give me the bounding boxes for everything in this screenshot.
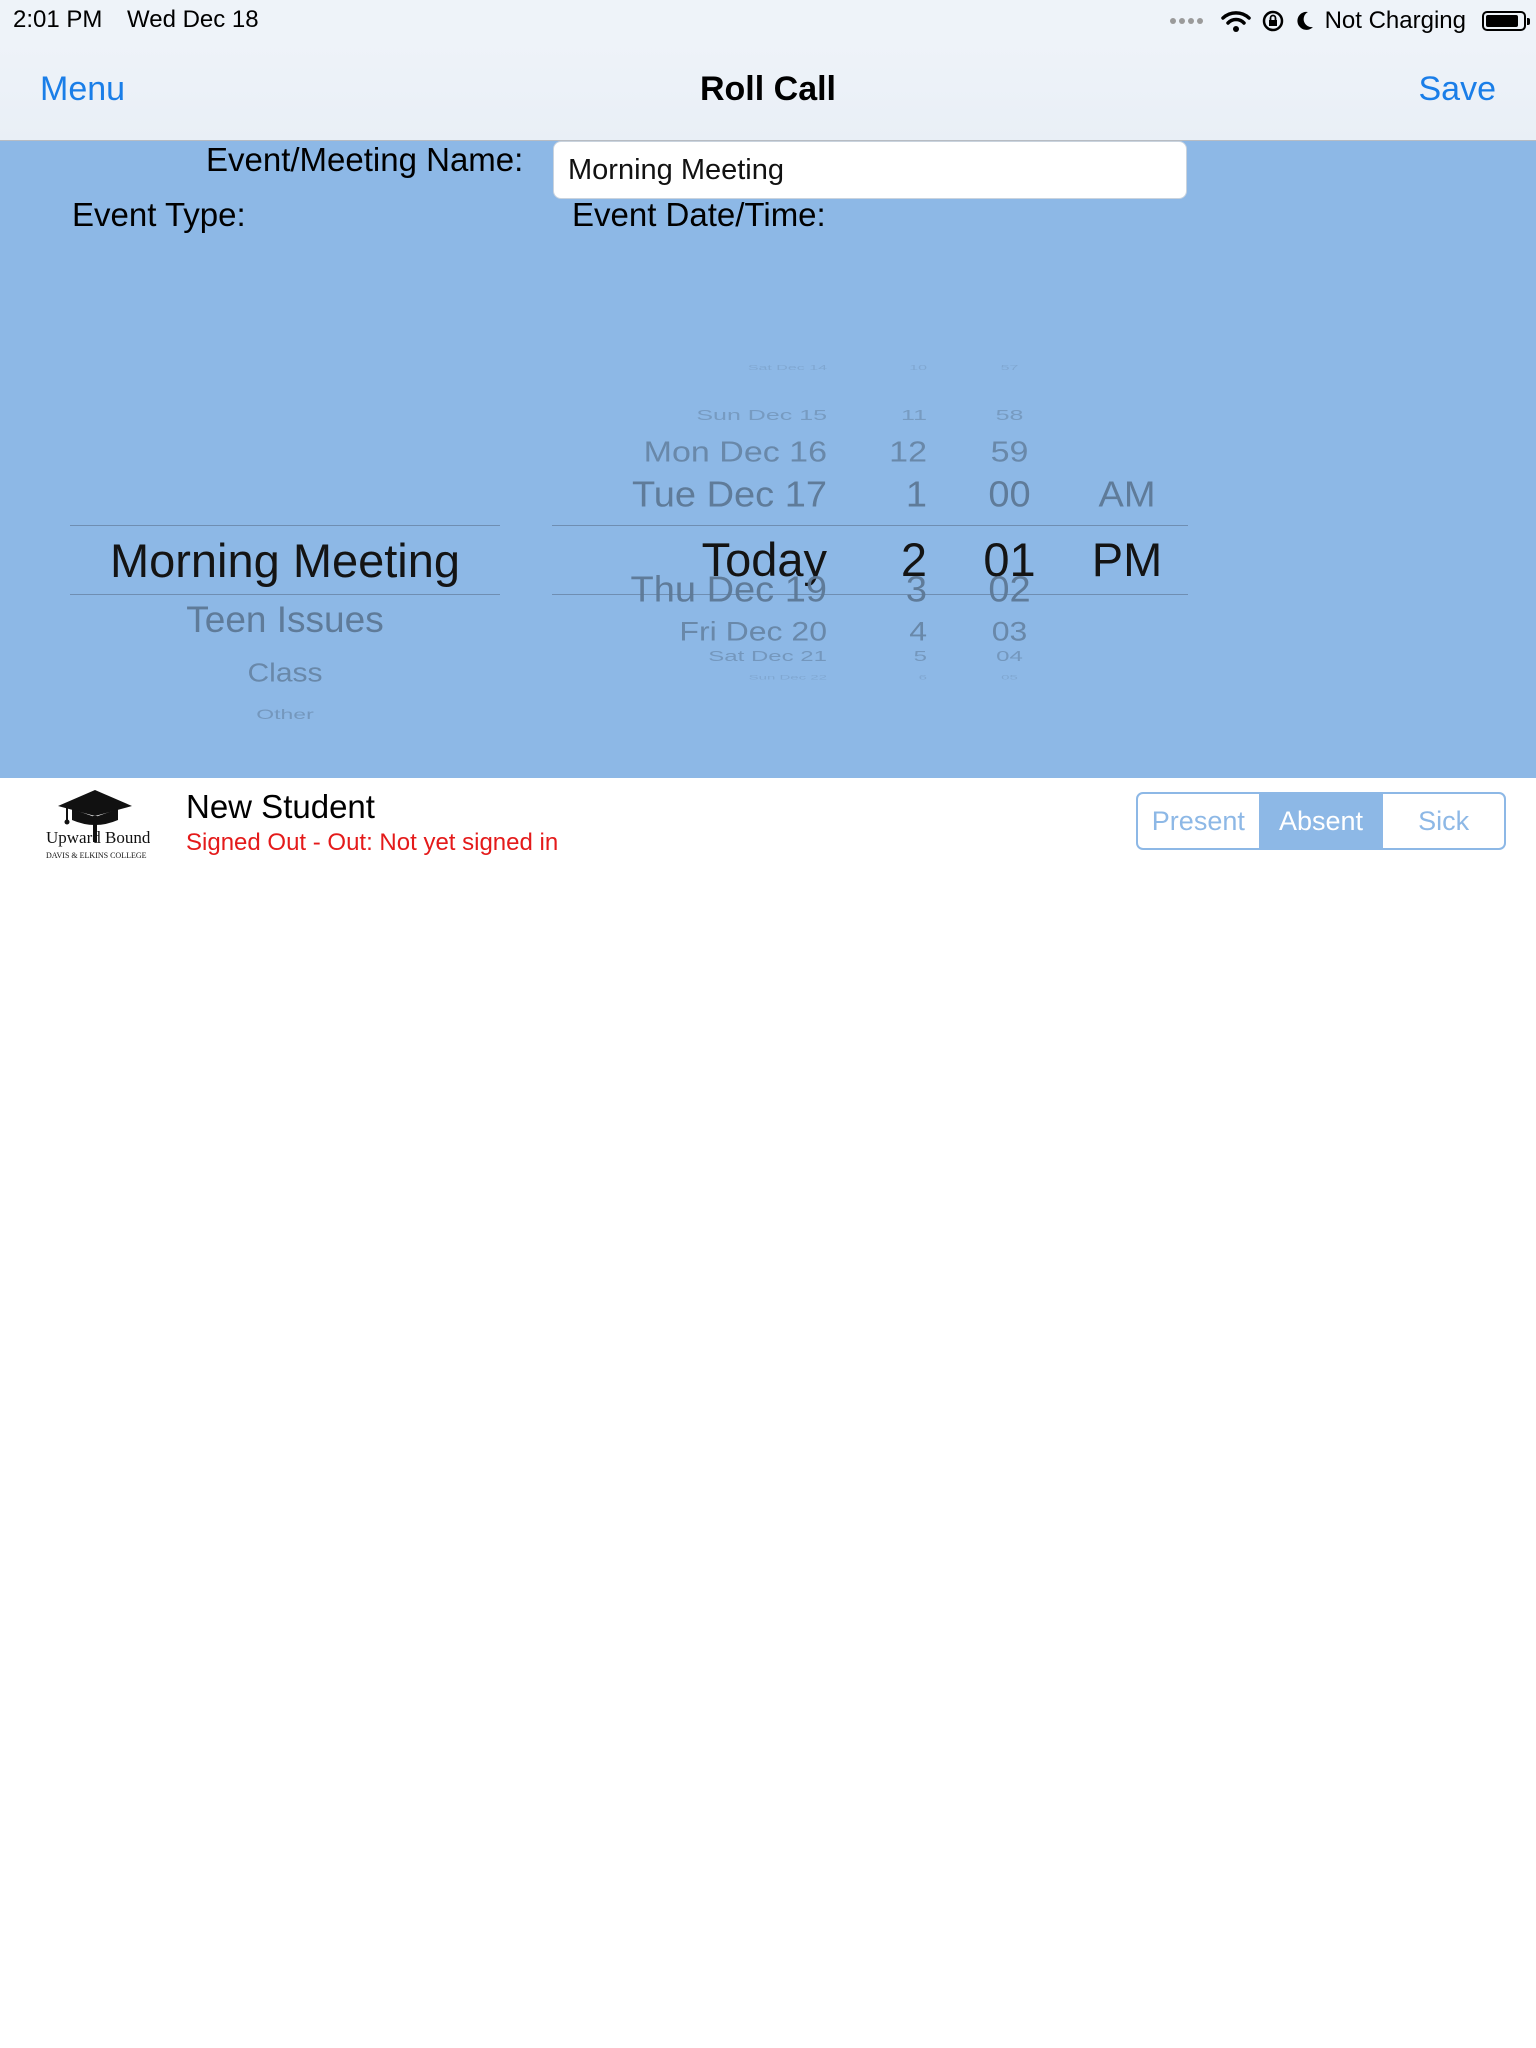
picker-row[interactable]: 4 xyxy=(832,616,927,647)
picker-row-selected[interactable]: PM xyxy=(1072,532,1182,587)
moon-icon xyxy=(1296,11,1313,30)
picker-row[interactable]: Thu Dec 19 xyxy=(552,570,827,611)
picker-row[interactable]: 5 xyxy=(832,649,927,666)
picker-row[interactable]: 58 xyxy=(952,407,1067,424)
picker-row[interactable]: Mon Dec 16 xyxy=(552,436,827,469)
picker-row[interactable]: 1 xyxy=(832,475,927,516)
picker-row[interactable]: Fri Dec 20 xyxy=(552,616,827,647)
picker-row[interactable]: Sun Dec 22 xyxy=(552,674,827,682)
upward-bound-logo: Upward Bound DAVIS & ELKINS COLLEGE xyxy=(46,790,150,860)
picker-row[interactable]: 6 xyxy=(832,674,927,682)
picker-row[interactable]: 10 xyxy=(832,364,927,372)
status-bar: 2:01 PM Wed Dec 18 Not Charging xyxy=(0,0,1536,42)
event-name-input[interactable] xyxy=(553,141,1187,199)
attendance-segmented-control[interactable]: Present Absent Sick xyxy=(1136,792,1506,850)
event-date-label: Event Date/Time: xyxy=(572,196,826,233)
logo-subtext: DAVIS & ELKINS COLLEGE xyxy=(46,851,147,860)
status-date: Wed Dec 18 xyxy=(127,6,259,33)
status-time: 2:01 PM xyxy=(13,6,103,33)
picker-row[interactable]: Sun Dec 15 xyxy=(552,407,827,424)
picker-row-selected[interactable]: Morning Meeting xyxy=(70,533,500,588)
event-type-label: Event Type: xyxy=(72,196,246,233)
signal-dots-icon xyxy=(1169,18,1203,24)
navigation-bar: Menu Roll Call Save xyxy=(0,42,1536,141)
picker-row[interactable]: 04 xyxy=(952,649,1067,666)
picker-row[interactable]: Tue Dec 17 xyxy=(552,475,827,516)
picker-row[interactable]: Class xyxy=(70,660,500,689)
day-column[interactable]: Sat Dec 14 Sun Dec 15 Mon Dec 16 Tue Dec 17… xyxy=(552,261,827,761)
event-form-panel: Event/Meeting Name: Event Type: Event Da… xyxy=(0,141,1536,778)
student-name: New Student xyxy=(186,788,375,825)
picker-row[interactable]: 02 xyxy=(952,570,1067,611)
rotation-lock-icon xyxy=(1262,10,1283,32)
status-right: Not Charging xyxy=(1169,4,1530,38)
picker-row[interactable]: 03 xyxy=(952,616,1067,647)
picker-row[interactable]: 3 xyxy=(832,570,927,611)
sick-segment[interactable]: Sick xyxy=(1381,794,1504,848)
hour-column[interactable]: 10 11 12 1 2 3 4 5 6 xyxy=(832,261,927,761)
present-segment[interactable]: Present xyxy=(1138,794,1259,848)
picker-row[interactable]: 57 xyxy=(952,364,1067,372)
picker-row[interactable]: 00 xyxy=(952,475,1067,516)
picker-row[interactable]: 59 xyxy=(952,436,1067,469)
minute-column[interactable]: 57 58 59 00 01 02 03 04 05 xyxy=(952,261,1067,761)
picker-row[interactable]: 11 xyxy=(832,407,927,424)
picker-row[interactable]: 05 xyxy=(952,674,1067,682)
wifi-icon xyxy=(1220,11,1251,32)
ampm-column[interactable]: AM PM xyxy=(1072,261,1182,761)
event-type-picker[interactable]: Morning Meeting Teen Issues Class Other xyxy=(70,261,500,761)
save-button[interactable]: Save xyxy=(1419,70,1497,109)
page-title: Roll Call xyxy=(699,70,837,108)
picker-row[interactable]: Teen Issues xyxy=(70,599,500,641)
battery-status-text: Not Charging xyxy=(1324,7,1466,34)
picker-row[interactable]: Sat Dec 21 xyxy=(552,649,827,666)
picker-row[interactable]: 12 xyxy=(832,436,927,469)
picker-row[interactable]: AM xyxy=(1072,475,1182,516)
event-date-picker[interactable]: Sat Dec 14 Sun Dec 15 Mon Dec 16 Tue Dec 17… xyxy=(552,261,1188,761)
event-name-label: Event/Meeting Name: xyxy=(206,141,524,178)
battery-icon xyxy=(1482,11,1530,31)
picker-row[interactable]: Other xyxy=(70,706,500,722)
logo-text: Upward Bound xyxy=(46,828,150,847)
student-status: Signed Out - Out: Not yet signed in xyxy=(186,829,559,856)
student-row[interactable]: Upward Bound DAVIS & ELKINS COLLEGE New … xyxy=(0,778,1536,870)
picker-row[interactable]: Sat Dec 14 xyxy=(552,364,827,372)
absent-segment[interactable]: Absent xyxy=(1258,794,1382,848)
